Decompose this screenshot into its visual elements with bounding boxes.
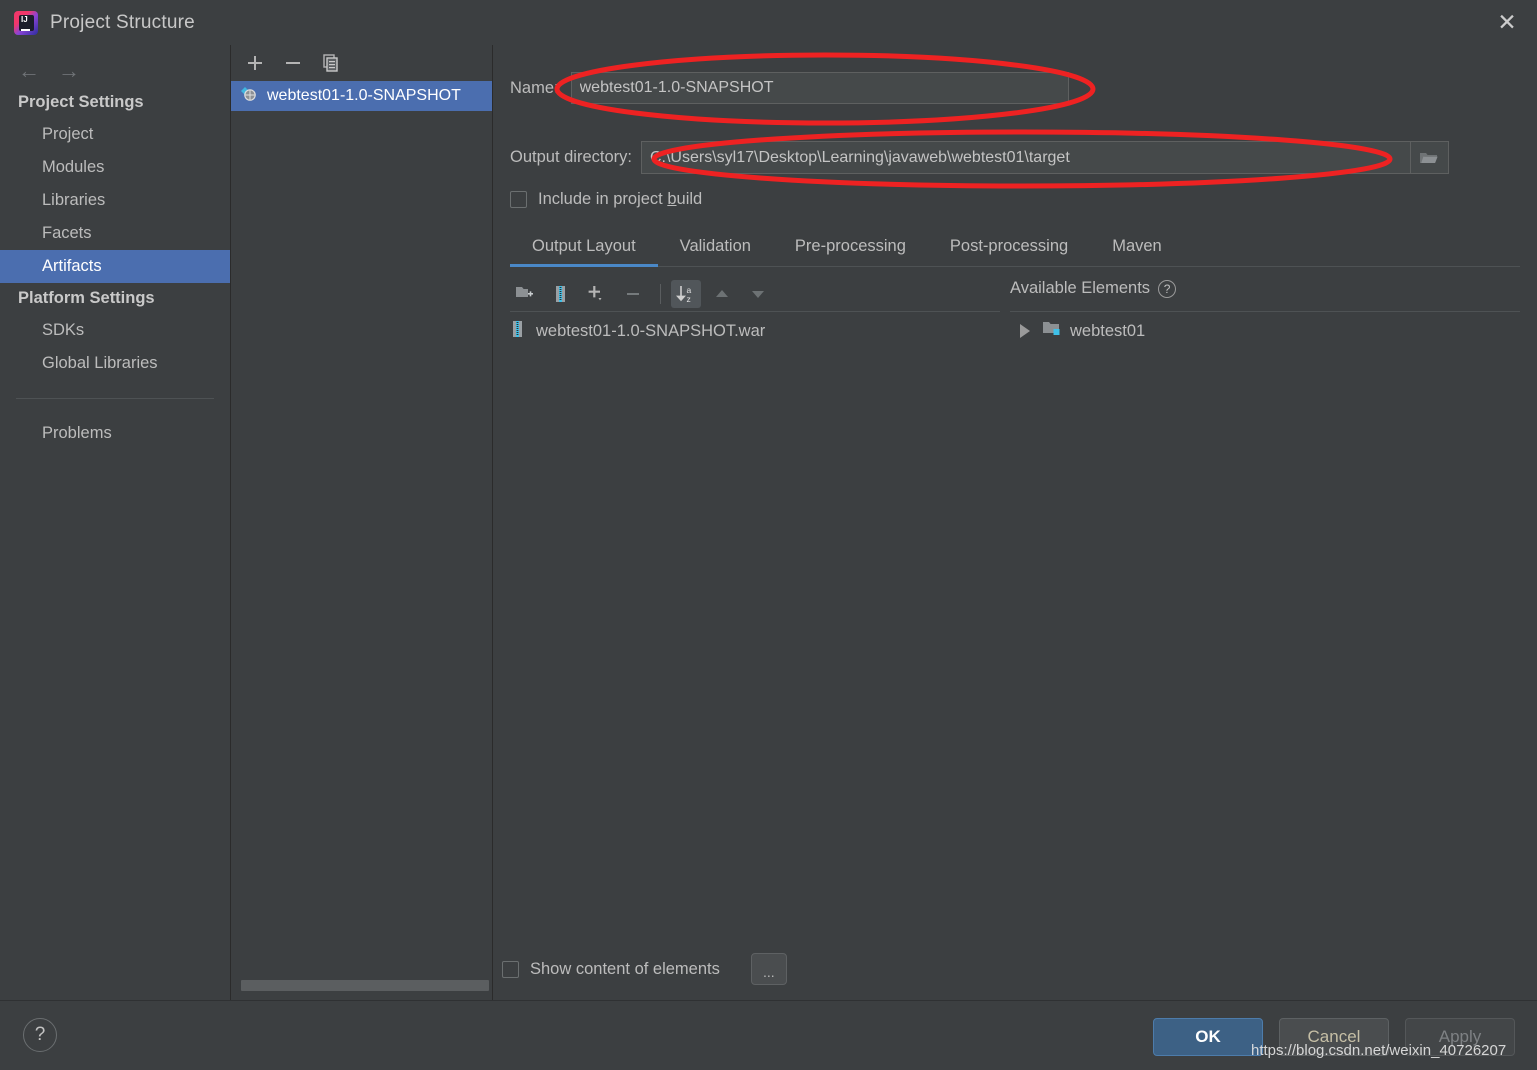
include-in-build-checkbox[interactable] xyxy=(510,191,527,208)
minus-icon[interactable] xyxy=(618,280,648,308)
folder-add-icon[interactable] xyxy=(510,280,540,308)
available-elements-tree: webtest01 xyxy=(1010,317,1520,345)
output-directory-input[interactable] xyxy=(640,141,1411,174)
arrow-down-icon[interactable] xyxy=(743,280,773,308)
tab-pre-processing[interactable]: Pre-processing xyxy=(773,233,928,266)
plus-icon[interactable] xyxy=(245,53,265,73)
include-in-build-row[interactable]: Include in project build xyxy=(510,190,702,209)
sort-az-icon[interactable]: a z xyxy=(671,280,701,308)
sidebar-item-global-libraries[interactable]: Global Libraries xyxy=(0,347,230,380)
table-row[interactable]: webtest01 xyxy=(1010,317,1520,345)
intellij-idea-logo-icon xyxy=(14,10,38,35)
name-label: Name: xyxy=(510,78,559,97)
question-mark-icon[interactable]: ? xyxy=(1158,279,1177,298)
sidebar-group-platform-settings: Platform Settings xyxy=(18,289,155,307)
sidebar-item-modules[interactable]: Modules xyxy=(0,151,230,184)
output-directory-row: Output directory: xyxy=(510,141,1449,174)
project-structure-dialog: Project Structure ✕ ← → Project Settings… xyxy=(0,0,1537,1070)
archive-icon xyxy=(508,319,528,344)
name-input[interactable] xyxy=(570,72,1069,104)
list-item[interactable]: webtest01-1.0-SNAPSHOT xyxy=(231,81,492,111)
available-elements-label: Available Elements xyxy=(1010,279,1151,297)
tab-post-processing[interactable]: Post-processing xyxy=(928,233,1090,266)
artifacts-scrollbar[interactable] xyxy=(235,980,489,996)
table-row-label: webtest01-1.0-SNAPSHOT.war xyxy=(536,321,766,340)
more-options-button[interactable]: ... xyxy=(750,953,787,985)
title-bar: Project Structure ✕ xyxy=(0,0,1537,45)
output-layout-tree: webtest01-1.0-SNAPSHOT.war xyxy=(504,317,1000,345)
dialog-footer: ? OK Cancel Apply xyxy=(0,1000,1537,1070)
editor-tabs: Output Layout Validation Pre-processing … xyxy=(510,233,1520,267)
sidebar-item-facets[interactable]: Facets xyxy=(0,217,230,250)
plus-dropdown-icon[interactable] xyxy=(582,280,612,308)
list-item-label: webtest01-1.0-SNAPSHOT xyxy=(267,87,461,104)
arrow-up-icon[interactable] xyxy=(707,280,737,308)
available-elements-header: Available Elements ? xyxy=(1010,279,1177,298)
settings-sidebar: ← → Project Settings Project Modules Lib… xyxy=(0,45,230,1000)
sidebar-item-problems[interactable]: Problems xyxy=(0,417,230,450)
watermark-text: https://blog.csdn.net/weixin_40726207 xyxy=(1251,1042,1507,1059)
available-tree-divider xyxy=(1010,311,1520,312)
artifacts-list-panel: webtest01-1.0-SNAPSHOT xyxy=(230,45,492,1000)
tab-maven[interactable]: Maven xyxy=(1090,233,1184,266)
sidebar-item-artifacts[interactable]: Artifacts xyxy=(0,250,230,283)
window-title: Project Structure xyxy=(50,11,195,33)
sidebar-nav-arrows: ← → xyxy=(0,45,230,87)
toolbar-divider xyxy=(660,284,661,304)
show-content-checkbox[interactable] xyxy=(502,960,519,978)
minus-icon[interactable] xyxy=(283,53,303,73)
arrow-left-icon[interactable]: ← xyxy=(18,60,40,82)
archive-icon[interactable] xyxy=(546,280,576,308)
artifact-editor-panel: Name: Type: Web Application: Archive Ou xyxy=(492,45,1537,1000)
sidebar-item-project[interactable]: Project xyxy=(0,118,230,151)
sidebar-group-project-settings: Project Settings xyxy=(18,93,144,111)
svg-text:z: z xyxy=(687,294,691,304)
artifacts-scrollbar-thumb[interactable] xyxy=(241,980,489,991)
sidebar-divider xyxy=(16,398,214,399)
show-content-row: Show content of elements ... xyxy=(502,953,787,985)
folder-open-icon[interactable] xyxy=(1410,141,1449,174)
name-row: Name: xyxy=(510,72,1069,104)
tab-output-layout[interactable]: Output Layout xyxy=(510,233,658,267)
sidebar-item-sdks[interactable]: SDKs xyxy=(0,314,230,347)
tab-validation[interactable]: Validation xyxy=(658,233,773,266)
question-mark-icon[interactable]: ? xyxy=(23,1018,57,1052)
copy-icon[interactable] xyxy=(321,53,341,73)
sidebar-item-libraries[interactable]: Libraries xyxy=(0,184,230,217)
output-directory-label: Output directory: xyxy=(510,148,632,166)
artifacts-toolbar xyxy=(231,45,492,81)
module-folder-icon xyxy=(1042,320,1062,343)
ok-button[interactable]: OK xyxy=(1153,1018,1263,1056)
include-in-build-label: Include in project build xyxy=(538,190,703,208)
show-content-label: Show content of elements xyxy=(530,959,720,978)
close-icon[interactable]: ✕ xyxy=(1477,0,1537,45)
table-row[interactable]: webtest01-1.0-SNAPSHOT.war xyxy=(504,317,1000,345)
table-row-label: webtest01 xyxy=(1070,321,1146,340)
web-archive-icon xyxy=(239,84,259,109)
output-tree-divider xyxy=(510,311,1000,312)
artifacts-list: webtest01-1.0-SNAPSHOT xyxy=(231,81,492,111)
arrow-right-icon[interactable]: → xyxy=(58,60,80,82)
triangle-right-icon[interactable] xyxy=(1020,324,1030,338)
